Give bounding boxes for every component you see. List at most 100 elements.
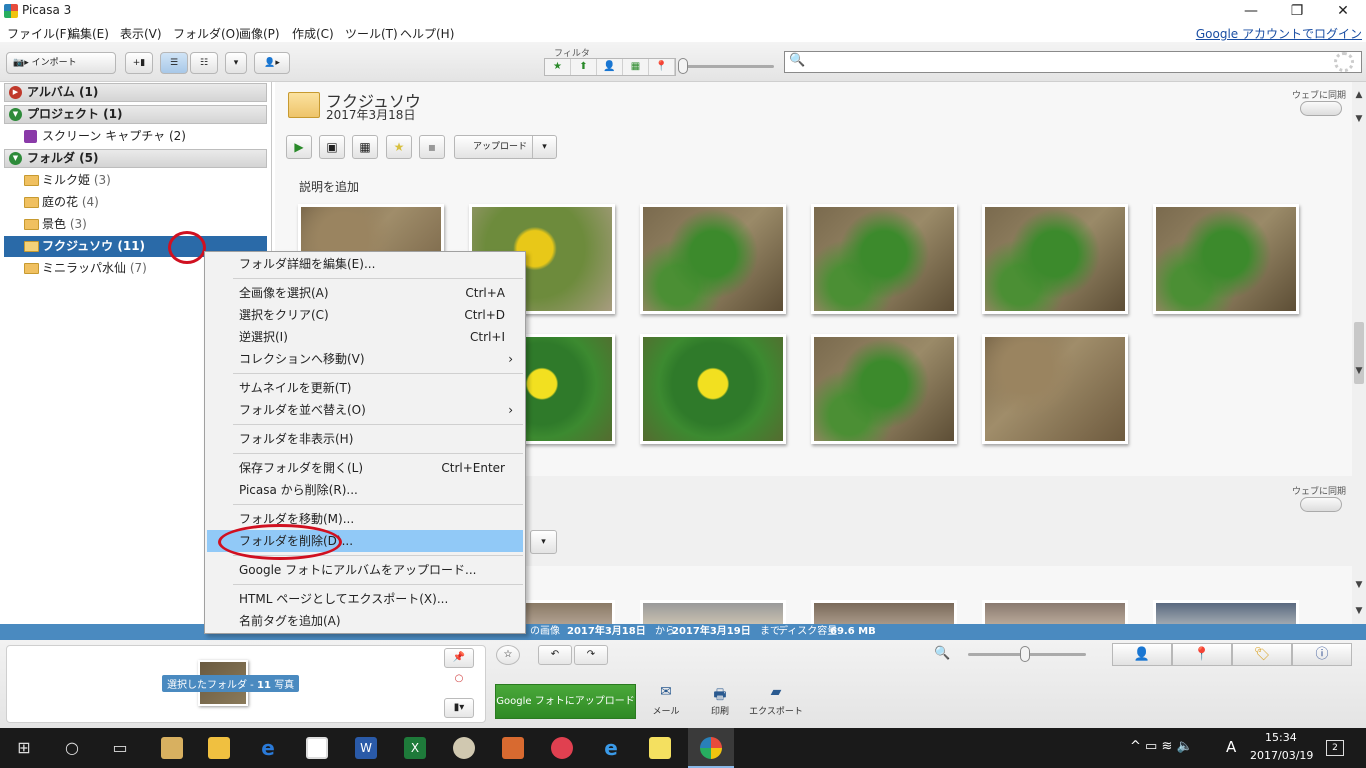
system-tray-icons[interactable]: ^ ▭ ≋ 🔈 xyxy=(1130,739,1193,754)
add-to-album-button[interactable]: ▮▾ xyxy=(444,698,474,718)
slideshow-play-button[interactable]: ▶ xyxy=(286,135,312,159)
photo-thumbnail[interactable] xyxy=(640,204,786,314)
notification-center-icon[interactable]: 2 xyxy=(1326,740,1344,756)
restore-button[interactable]: ❐ xyxy=(1274,0,1320,22)
tags-tab[interactable]: 🏷 xyxy=(1232,643,1292,666)
google-login-link[interactable]: Google アカウントでログイン xyxy=(1196,25,1362,42)
scroll-down-arrow-icon[interactable]: ▼ xyxy=(1352,364,1366,378)
menu-item-upload-album[interactable]: Google フォトにアルバムをアップロード... xyxy=(207,559,523,581)
scroll-up-arrow-icon[interactable]: ▲ xyxy=(1352,88,1366,102)
scroll-down-arrow-icon[interactable]: ▼ xyxy=(1352,604,1366,618)
clear-tray-icon[interactable]: ○ xyxy=(444,670,474,690)
hold-pin-button[interactable]: 📌 xyxy=(444,648,474,668)
face-filter-icon[interactable]: 👤 xyxy=(597,59,623,75)
folder-item-niwa-no-hana[interactable]: 庭の花 (4) xyxy=(4,192,267,213)
menu-item-edit-folder-details[interactable]: フォルダ詳細を編集(E)... xyxy=(207,253,523,275)
ime-indicator[interactable]: A xyxy=(1226,738,1236,756)
excel-icon[interactable]: X xyxy=(399,732,431,764)
upload-filter-icon[interactable]: ⬆ xyxy=(571,59,597,75)
section-projects[interactable]: ▼ プロジェクト (1) xyxy=(4,105,267,124)
email-button[interactable]: ✉ メール xyxy=(636,684,696,717)
start-windows-icon[interactable]: ⊞ xyxy=(8,732,40,764)
movie-button[interactable]: ▦ xyxy=(352,135,378,159)
add-to-collage-button[interactable]: ▣ xyxy=(319,135,345,159)
google-photos-upload-button[interactable]: Google フォトにアップロード xyxy=(495,684,636,719)
info-tab[interactable]: ⓘ xyxy=(1292,643,1352,666)
menu-edit[interactable]: 編集(E) xyxy=(68,25,109,42)
taskbar-picasa-active[interactable] xyxy=(688,728,734,768)
star-button[interactable]: ★ xyxy=(386,135,412,159)
photo-thumbnail[interactable] xyxy=(982,334,1128,444)
add-caption-label[interactable]: 説明を追加 xyxy=(299,178,359,195)
scroll-down-arrow-icon[interactable]: ▼ xyxy=(1352,578,1366,592)
photo-thumbnail[interactable] xyxy=(811,334,957,444)
search-circle-icon[interactable]: ○ xyxy=(56,732,88,764)
folder-item-milk-hime[interactable]: ミルク姫 (3) xyxy=(4,170,267,191)
menu-item-refresh-thumbnails[interactable]: サムネイルを更新(T) xyxy=(207,377,523,399)
rotate-left-button[interactable]: ↶ xyxy=(538,645,572,665)
filter-slider-knob[interactable] xyxy=(678,58,688,74)
print-button[interactable]: 🖶 印刷 xyxy=(690,684,750,717)
internet-explorer-icon[interactable]: e xyxy=(595,732,627,764)
snipping-tool-icon[interactable] xyxy=(546,732,578,764)
folder-item-keshiki[interactable]: 景色 (3) xyxy=(4,214,267,235)
search-input[interactable]: 🔍 xyxy=(784,51,1362,73)
people-view-button[interactable]: 👤▸ xyxy=(254,52,290,74)
movie-filter-icon[interactable]: ▦ xyxy=(623,59,649,75)
task-view-icon[interactable]: ▭ xyxy=(104,732,136,764)
menu-item-sort-folders[interactable]: フォルダを並べ替え(O) › xyxy=(207,399,523,421)
photo-thumbnail[interactable] xyxy=(811,600,957,624)
photo-thumbnail[interactable] xyxy=(640,334,786,444)
menu-help[interactable]: ヘルプ(H) xyxy=(400,25,454,42)
chevron-down-icon[interactable]: ▾ xyxy=(532,136,556,158)
word-icon[interactable]: W xyxy=(350,732,382,764)
edge-browser-icon[interactable]: e xyxy=(252,732,284,764)
photo-thumbnail[interactable] xyxy=(640,600,786,624)
menu-item-select-all[interactable]: 全画像を選択(A) Ctrl+A xyxy=(207,282,523,304)
toolbox-app-icon[interactable] xyxy=(497,732,529,764)
view-dropdown-button[interactable]: ▾ xyxy=(225,52,247,74)
expand-arrow-icon[interactable]: ▶ xyxy=(9,86,22,99)
web-sync-toggle-2[interactable] xyxy=(1300,497,1342,512)
menu-item-clear-selection[interactable]: 選択をクリア(C) Ctrl+D xyxy=(207,304,523,326)
menu-item-move-to-collection[interactable]: コレクションへ移動(V) › xyxy=(207,348,523,370)
project-item-screen-capture[interactable]: スクリーン キャプチャ (2) xyxy=(4,126,267,147)
thumbnail-size-knob[interactable] xyxy=(1020,646,1030,662)
menu-image[interactable]: 画像(P) xyxy=(239,25,280,42)
clock-time[interactable]: 15:34 xyxy=(1265,731,1297,744)
import-button[interactable]: 📷▸ インポート xyxy=(6,52,116,74)
menu-item-hide-folder[interactable]: フォルダを非表示(H) xyxy=(207,428,523,450)
menu-item-add-name-tag[interactable]: 名前タグを追加(A) xyxy=(207,610,523,632)
geotag-filter-icon[interactable]: 📍 xyxy=(649,59,675,75)
star-filter-icon[interactable]: ★ xyxy=(545,59,571,75)
collapse-arrow-icon[interactable]: ▼ xyxy=(9,108,22,121)
chevron-down-icon[interactable]: ▾ xyxy=(530,530,557,554)
list-view-button[interactable]: ☰ xyxy=(160,52,188,74)
paint-icon[interactable] xyxy=(448,732,480,764)
photo-thumbnail[interactable] xyxy=(811,204,957,314)
file-explorer-icon[interactable] xyxy=(203,732,235,764)
save-button[interactable]: ▪ xyxy=(419,135,445,159)
menu-item-open-folder[interactable]: 保存フォルダを開く(L) Ctrl+Enter xyxy=(207,457,523,479)
menu-folder[interactable]: フォルダ(O) xyxy=(173,25,240,42)
minimize-button[interactable]: — xyxy=(1228,0,1274,22)
menu-tools[interactable]: ツール(T) xyxy=(345,25,398,42)
menu-item-remove-from-picasa[interactable]: Picasa から削除(R)... xyxy=(207,479,523,501)
people-tab[interactable]: 👤 xyxy=(1112,643,1172,666)
rotate-right-button[interactable]: ↷ xyxy=(574,645,608,665)
tree-view-button[interactable]: ☷ xyxy=(190,52,218,74)
filter-slider[interactable] xyxy=(680,65,774,68)
menu-create[interactable]: 作成(C) xyxy=(292,25,334,42)
web-sync-toggle[interactable] xyxy=(1300,101,1342,116)
store-icon[interactable] xyxy=(301,732,333,764)
collapse-arrow-icon[interactable]: ▼ xyxy=(9,152,22,165)
menu-item-export-html[interactable]: HTML ページとしてエクスポート(X)... xyxy=(207,588,523,610)
menu-file[interactable]: ファイル(F) xyxy=(7,25,71,42)
photo-thumbnail[interactable] xyxy=(1153,600,1299,624)
star-photo-button[interactable]: ☆ xyxy=(496,645,520,665)
menu-item-invert-selection[interactable]: 逆選択(I) Ctrl+I xyxy=(207,326,523,348)
places-tab[interactable]: 📍 xyxy=(1172,643,1232,666)
photo-thumbnail[interactable] xyxy=(982,204,1128,314)
clock-date[interactable]: 2017/03/19 xyxy=(1250,749,1313,762)
section-albums[interactable]: ▶ アルバム (1) xyxy=(4,83,267,102)
